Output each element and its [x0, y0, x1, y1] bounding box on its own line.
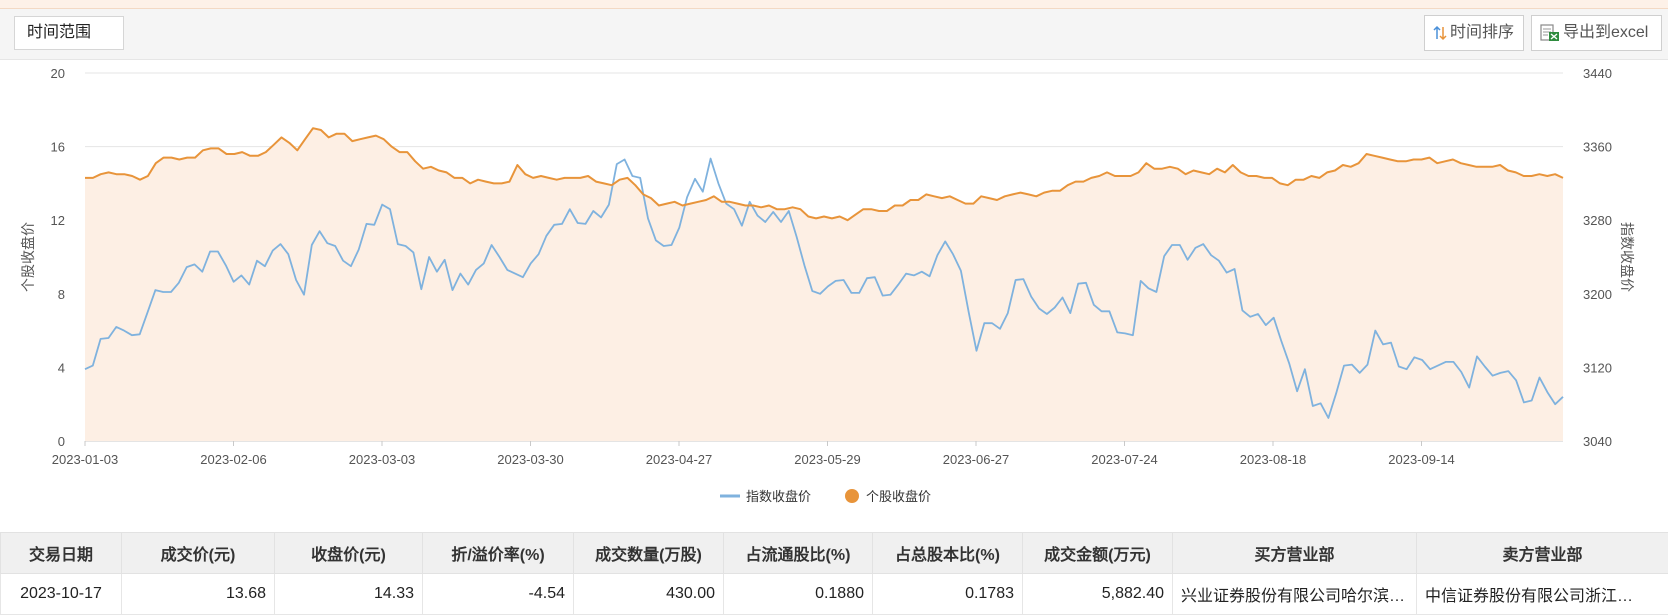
x-tick-label: 2023-03-30 [497, 452, 564, 467]
x-tick-label: 2023-09-14 [1388, 452, 1455, 467]
sort-arrows-icon [1433, 25, 1447, 41]
y-right-tick-label: 3280 [1583, 213, 1612, 228]
x-tick-label: 2023-01-03 [52, 452, 119, 467]
x-tick-label: 2023-07-24 [1091, 452, 1158, 467]
cell-total-ratio: 0.1783 [873, 574, 1023, 615]
y-right-tick-label: 3200 [1583, 287, 1612, 302]
series-area-stock-close [85, 128, 1563, 441]
excel-icon [1540, 24, 1560, 42]
price-chart-svg: 048121620304031203200328033603440个股收盘价指数… [0, 60, 1668, 530]
export-excel-button[interactable]: 导出到excel [1531, 15, 1662, 51]
col-total-ratio[interactable]: 占总股本比(%) [873, 533, 1023, 574]
y-right-tick-label: 3440 [1583, 66, 1612, 81]
x-tick-label: 2023-08-18 [1240, 452, 1307, 467]
cell-seller: 中信证券股份有限公司浙江… [1417, 574, 1668, 615]
col-deal-price[interactable]: 成交价(元) [122, 533, 275, 574]
y-left-tick-label: 0 [58, 434, 65, 449]
col-trade-date[interactable]: 交易日期 [1, 533, 122, 574]
cell-volume: 430.00 [574, 574, 724, 615]
time-range-button[interactable]: 时间范围 [14, 16, 124, 50]
table-header-row: 交易日期 成交价(元) 收盘价(元) 折/溢价率(%) 成交数量(万股) 占流通… [1, 533, 1668, 574]
table-row[interactable]: 2023-10-17 13.68 14.33 -4.54 430.00 0.18… [1, 574, 1668, 615]
x-tick-label: 2023-04-27 [646, 452, 713, 467]
y-left-tick-label: 4 [58, 360, 65, 375]
col-volume[interactable]: 成交数量(万股) [574, 533, 724, 574]
col-close-price[interactable]: 收盘价(元) [275, 533, 423, 574]
legend-marker-stock-close [845, 489, 859, 503]
y-left-tick-label: 8 [58, 287, 65, 302]
legend-label-stock-close: 个股收盘价 [866, 489, 931, 504]
time-sort-label: 时间排序 [1450, 16, 1514, 50]
top-accent-bar [0, 0, 1668, 9]
col-float-ratio[interactable]: 占流通股比(%) [724, 533, 873, 574]
y-left-tick-label: 16 [51, 140, 65, 155]
y-right-tick-label: 3360 [1583, 140, 1612, 155]
cell-deal-price: 13.68 [122, 574, 275, 615]
col-premium-rate[interactable]: 折/溢价率(%) [423, 533, 574, 574]
cell-float-ratio: 0.1880 [724, 574, 873, 615]
cell-close-price: 14.33 [275, 574, 423, 615]
time-sort-button[interactable]: 时间排序 [1424, 15, 1524, 51]
x-tick-label: 2023-05-29 [794, 452, 861, 467]
x-tick-label: 2023-03-03 [349, 452, 416, 467]
cell-premium-rate: -4.54 [423, 574, 574, 615]
x-tick-label: 2023-06-27 [943, 452, 1010, 467]
col-seller[interactable]: 卖方营业部 [1417, 533, 1668, 574]
price-chart: 048121620304031203200328033603440个股收盘价指数… [0, 60, 1668, 530]
x-tick-label: 2023-02-06 [200, 452, 267, 467]
toolbar: 时间范围 时间排序 导出到excel [0, 9, 1668, 60]
export-excel-label: 导出到excel [1563, 16, 1648, 50]
block-trade-table: 交易日期 成交价(元) 收盘价(元) 折/溢价率(%) 成交数量(万股) 占流通… [0, 532, 1668, 614]
y-right-tick-label: 3120 [1583, 360, 1612, 375]
y-left-tick-label: 20 [51, 66, 65, 81]
cell-amount: 5,882.40 [1023, 574, 1173, 615]
legend-label-index-close: 指数收盘价 [746, 489, 811, 504]
y-right-tick-label: 3040 [1583, 434, 1612, 449]
y-right-axis-title: 指数收盘价 [1619, 222, 1635, 292]
cell-trade-date: 2023-10-17 [1, 574, 122, 615]
cell-buyer: 兴业证券股份有限公司哈尔滨… [1173, 574, 1417, 615]
col-amount[interactable]: 成交金额(万元) [1023, 533, 1173, 574]
y-left-tick-label: 12 [51, 213, 65, 228]
col-buyer[interactable]: 买方营业部 [1173, 533, 1417, 574]
y-left-axis-title: 个股收盘价 [20, 222, 36, 292]
